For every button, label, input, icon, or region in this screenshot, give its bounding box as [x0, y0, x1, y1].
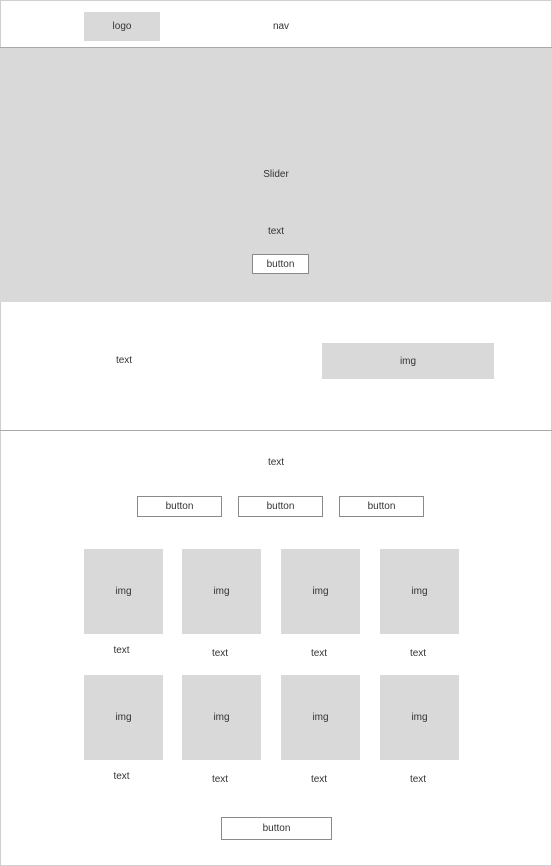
- product-image[interactable]: img: [182, 549, 261, 634]
- product-image[interactable]: img: [84, 675, 163, 760]
- logo[interactable]: logo: [84, 12, 160, 41]
- product-image[interactable]: img: [281, 549, 360, 634]
- product-caption: text: [211, 774, 229, 785]
- product-caption: text: [310, 774, 328, 785]
- product-caption: text: [113, 771, 130, 782]
- product-caption: text: [113, 645, 130, 656]
- feature-image: img: [322, 343, 494, 379]
- feature-text: text: [115, 355, 133, 366]
- products-text: text: [267, 457, 285, 468]
- load-more-button[interactable]: button: [221, 817, 332, 840]
- product-caption: text: [409, 774, 427, 785]
- product-image[interactable]: img: [84, 549, 163, 634]
- slider-text: text: [267, 226, 285, 237]
- product-image[interactable]: img: [380, 675, 459, 760]
- product-caption: text: [211, 648, 229, 659]
- product-image[interactable]: img: [182, 675, 261, 760]
- slider-title: Slider: [263, 169, 289, 180]
- filter-button-1[interactable]: button: [137, 496, 222, 517]
- slider-button[interactable]: button: [252, 254, 309, 274]
- product-image[interactable]: img: [281, 675, 360, 760]
- filter-button-2[interactable]: button: [238, 496, 323, 517]
- product-caption: text: [310, 648, 328, 659]
- product-image[interactable]: img: [380, 549, 459, 634]
- product-caption: text: [409, 648, 427, 659]
- nav[interactable]: nav: [262, 16, 300, 36]
- filter-button-3[interactable]: button: [339, 496, 424, 517]
- section-divider: [0, 430, 552, 431]
